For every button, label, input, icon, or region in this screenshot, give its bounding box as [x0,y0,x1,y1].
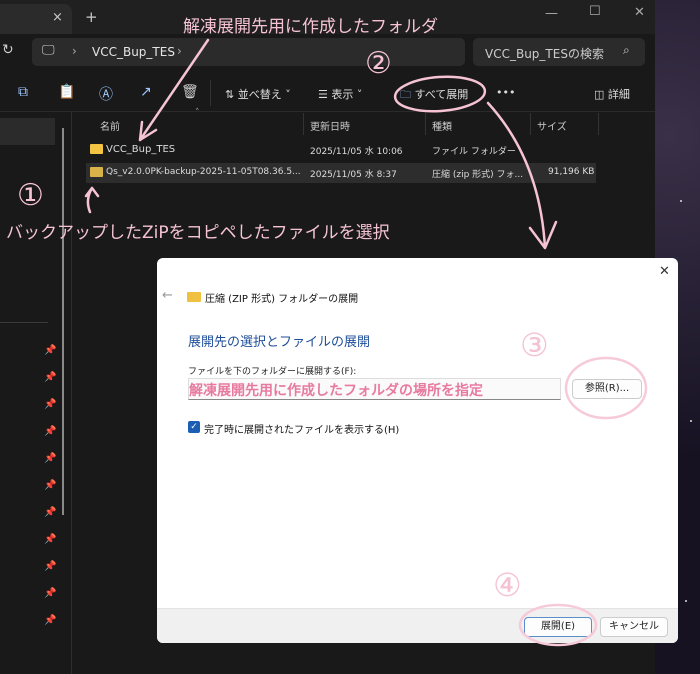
sort-button[interactable]: ⇅ 並べ替え ˅ [225,86,291,102]
more-button[interactable]: ••• [496,86,515,99]
close-button[interactable]: ✕ [634,5,645,20]
cancel-button[interactable]: キャンセル [600,617,668,637]
file-date: 2025/11/05 水 8:37 [310,170,397,180]
pin-icon[interactable]: 📌 [44,399,56,410]
destination-input[interactable]: 解凍展開先用に作成したフォルダの場所を指定 [188,378,561,400]
extract-zip-dialog: ✕ ← 圧縮 (ZIP 形式) フォルダーの展開 展開先の選択とファイルの展開 … [157,258,678,643]
tab-close-icon[interactable]: × [52,10,63,25]
column-size[interactable]: サイズ [537,118,567,133]
back-button[interactable]: ← [162,288,173,303]
pin-icon[interactable]: 📌 [44,561,56,572]
command-bar: ⧉ 📋 Ⓐ ↗ 🗑 ⇅ 並べ替え ˅ ☰ 表示 ˅ 🗀 すべて展開 ••• ◫ … [0,74,655,112]
dialog-heading: 展開先の選択とファイルの展開 [188,335,371,350]
file-name: Qs_v2.0.0PK-backup-2025-11-05T08.36.5... [106,167,301,177]
annotation-select-zip: バックアップしたZiPをコピペしたファイルを選択 [6,223,390,243]
copy-icon[interactable]: ⧉ [18,84,28,100]
breadcrumb-item[interactable]: VCC_Bup_TES [92,45,175,59]
extract-icon: 🗀 [400,88,411,101]
pin-icon[interactable]: 📌 [44,372,56,383]
pin-icon[interactable]: 📌 [44,426,56,437]
share-icon[interactable]: ↗ [140,84,152,100]
refresh-icon[interactable]: ↻ [2,42,14,58]
maximize-button[interactable]: ☐ [589,4,601,19]
sort-caret-icon: ˄ [195,108,200,118]
column-type[interactable]: 種類 [432,118,452,133]
file-row-selected[interactable]: Qs_v2.0.0PK-backup-2025-11-05T08.36.5...… [86,163,596,183]
sidebar-scrollbar[interactable] [62,128,64,515]
pin-icon[interactable]: 📌 [44,534,56,545]
annotation-step4: ④ [493,566,522,604]
annotation-step3: ③ [520,326,549,364]
extract-button[interactable]: 展開(E) [524,617,592,637]
extract-all-button[interactable]: 🗀 すべて展開 [400,86,468,105]
search-input[interactable]: VCC_Bup_TESの検索 ⌕ [473,38,645,66]
breadcrumb-separator: › [72,44,77,58]
column-separator[interactable] [598,113,599,135]
view-button[interactable]: ☰ 表示 ˅ [318,86,362,102]
divider [210,80,211,106]
minimize-button[interactable]: — [545,6,558,21]
pin-icon[interactable]: 📌 [44,588,56,599]
file-row[interactable]: VCC_Bup_TES 2025/11/05 水 10:06 ファイル フォルダ… [86,140,596,160]
rename-icon[interactable]: Ⓐ [99,84,113,104]
paste-icon[interactable]: 📋 [58,84,75,100]
column-date[interactable]: 更新日時 [310,118,350,133]
folder-icon [90,144,103,154]
show-files-label[interactable]: 完了時に展開されたファイルを表示する(H) [204,421,399,436]
view-label: 表示 [331,88,354,101]
column-separator[interactable] [425,113,426,135]
delete-icon[interactable]: 🗑 [181,84,199,100]
annotation-step1: ① [17,178,44,213]
column-separator[interactable] [530,113,531,135]
file-size: 91,196 KB [548,167,595,177]
file-name: VCC_Bup_TES [106,144,176,155]
pin-icon[interactable]: 📌 [44,480,56,491]
search-placeholder: VCC_Bup_TESの検索 [485,47,604,61]
annotation-step2: ② [365,46,392,81]
dialog-footer: 展開(E) キャンセル [157,608,678,643]
pin-icon[interactable]: 📌 [44,615,56,626]
computer-icon: 🖵 [42,43,55,58]
file-date: 2025/11/05 水 10:06 [310,147,403,157]
zip-folder-icon [90,167,103,177]
pin-icon[interactable]: 📌 [44,453,56,464]
pin-icon[interactable]: 📌 [44,345,56,356]
details-button[interactable]: ◫ 詳細 [594,86,630,102]
pane-divider[interactable] [71,112,72,674]
address-bar[interactable]: 🖵 › VCC_Bup_TES › [32,38,465,66]
show-files-checkbox[interactable]: ✓ [188,421,200,433]
sidebar-divider [0,322,48,323]
annotation-field-note: 解凍展開先用に作成したフォルダの場所を指定 [189,383,483,399]
sidebar-selected-item[interactable] [0,118,55,145]
breadcrumb-separator[interactable]: › [177,44,182,58]
dialog-close-button[interactable]: ✕ [659,264,670,279]
annotation-top: 解凍展開先用に作成したフォルダ [183,17,438,37]
column-name[interactable]: 名前 [100,118,120,133]
extract-all-label: すべて展開 [414,88,469,101]
explorer-tab[interactable]: × [0,4,72,34]
details-label: 詳細 [607,88,630,101]
dialog-title: 圧縮 (ZIP 形式) フォルダーの展開 [205,294,359,305]
pin-icon[interactable]: 📌 [44,507,56,518]
file-type: ファイル フォルダー [432,147,516,157]
new-tab-button[interactable]: + [85,8,98,26]
zip-folder-icon [187,292,201,302]
destination-label: ファイルを下のフォルダーに展開する(F): [188,367,357,377]
search-icon: ⌕ [623,43,630,57]
sort-label: 並べ替え [237,88,282,101]
file-type: 圧縮 (zip 形式) フォ... [432,170,524,180]
browse-button[interactable]: 参照(R)... [572,379,642,399]
column-separator[interactable] [303,113,304,135]
